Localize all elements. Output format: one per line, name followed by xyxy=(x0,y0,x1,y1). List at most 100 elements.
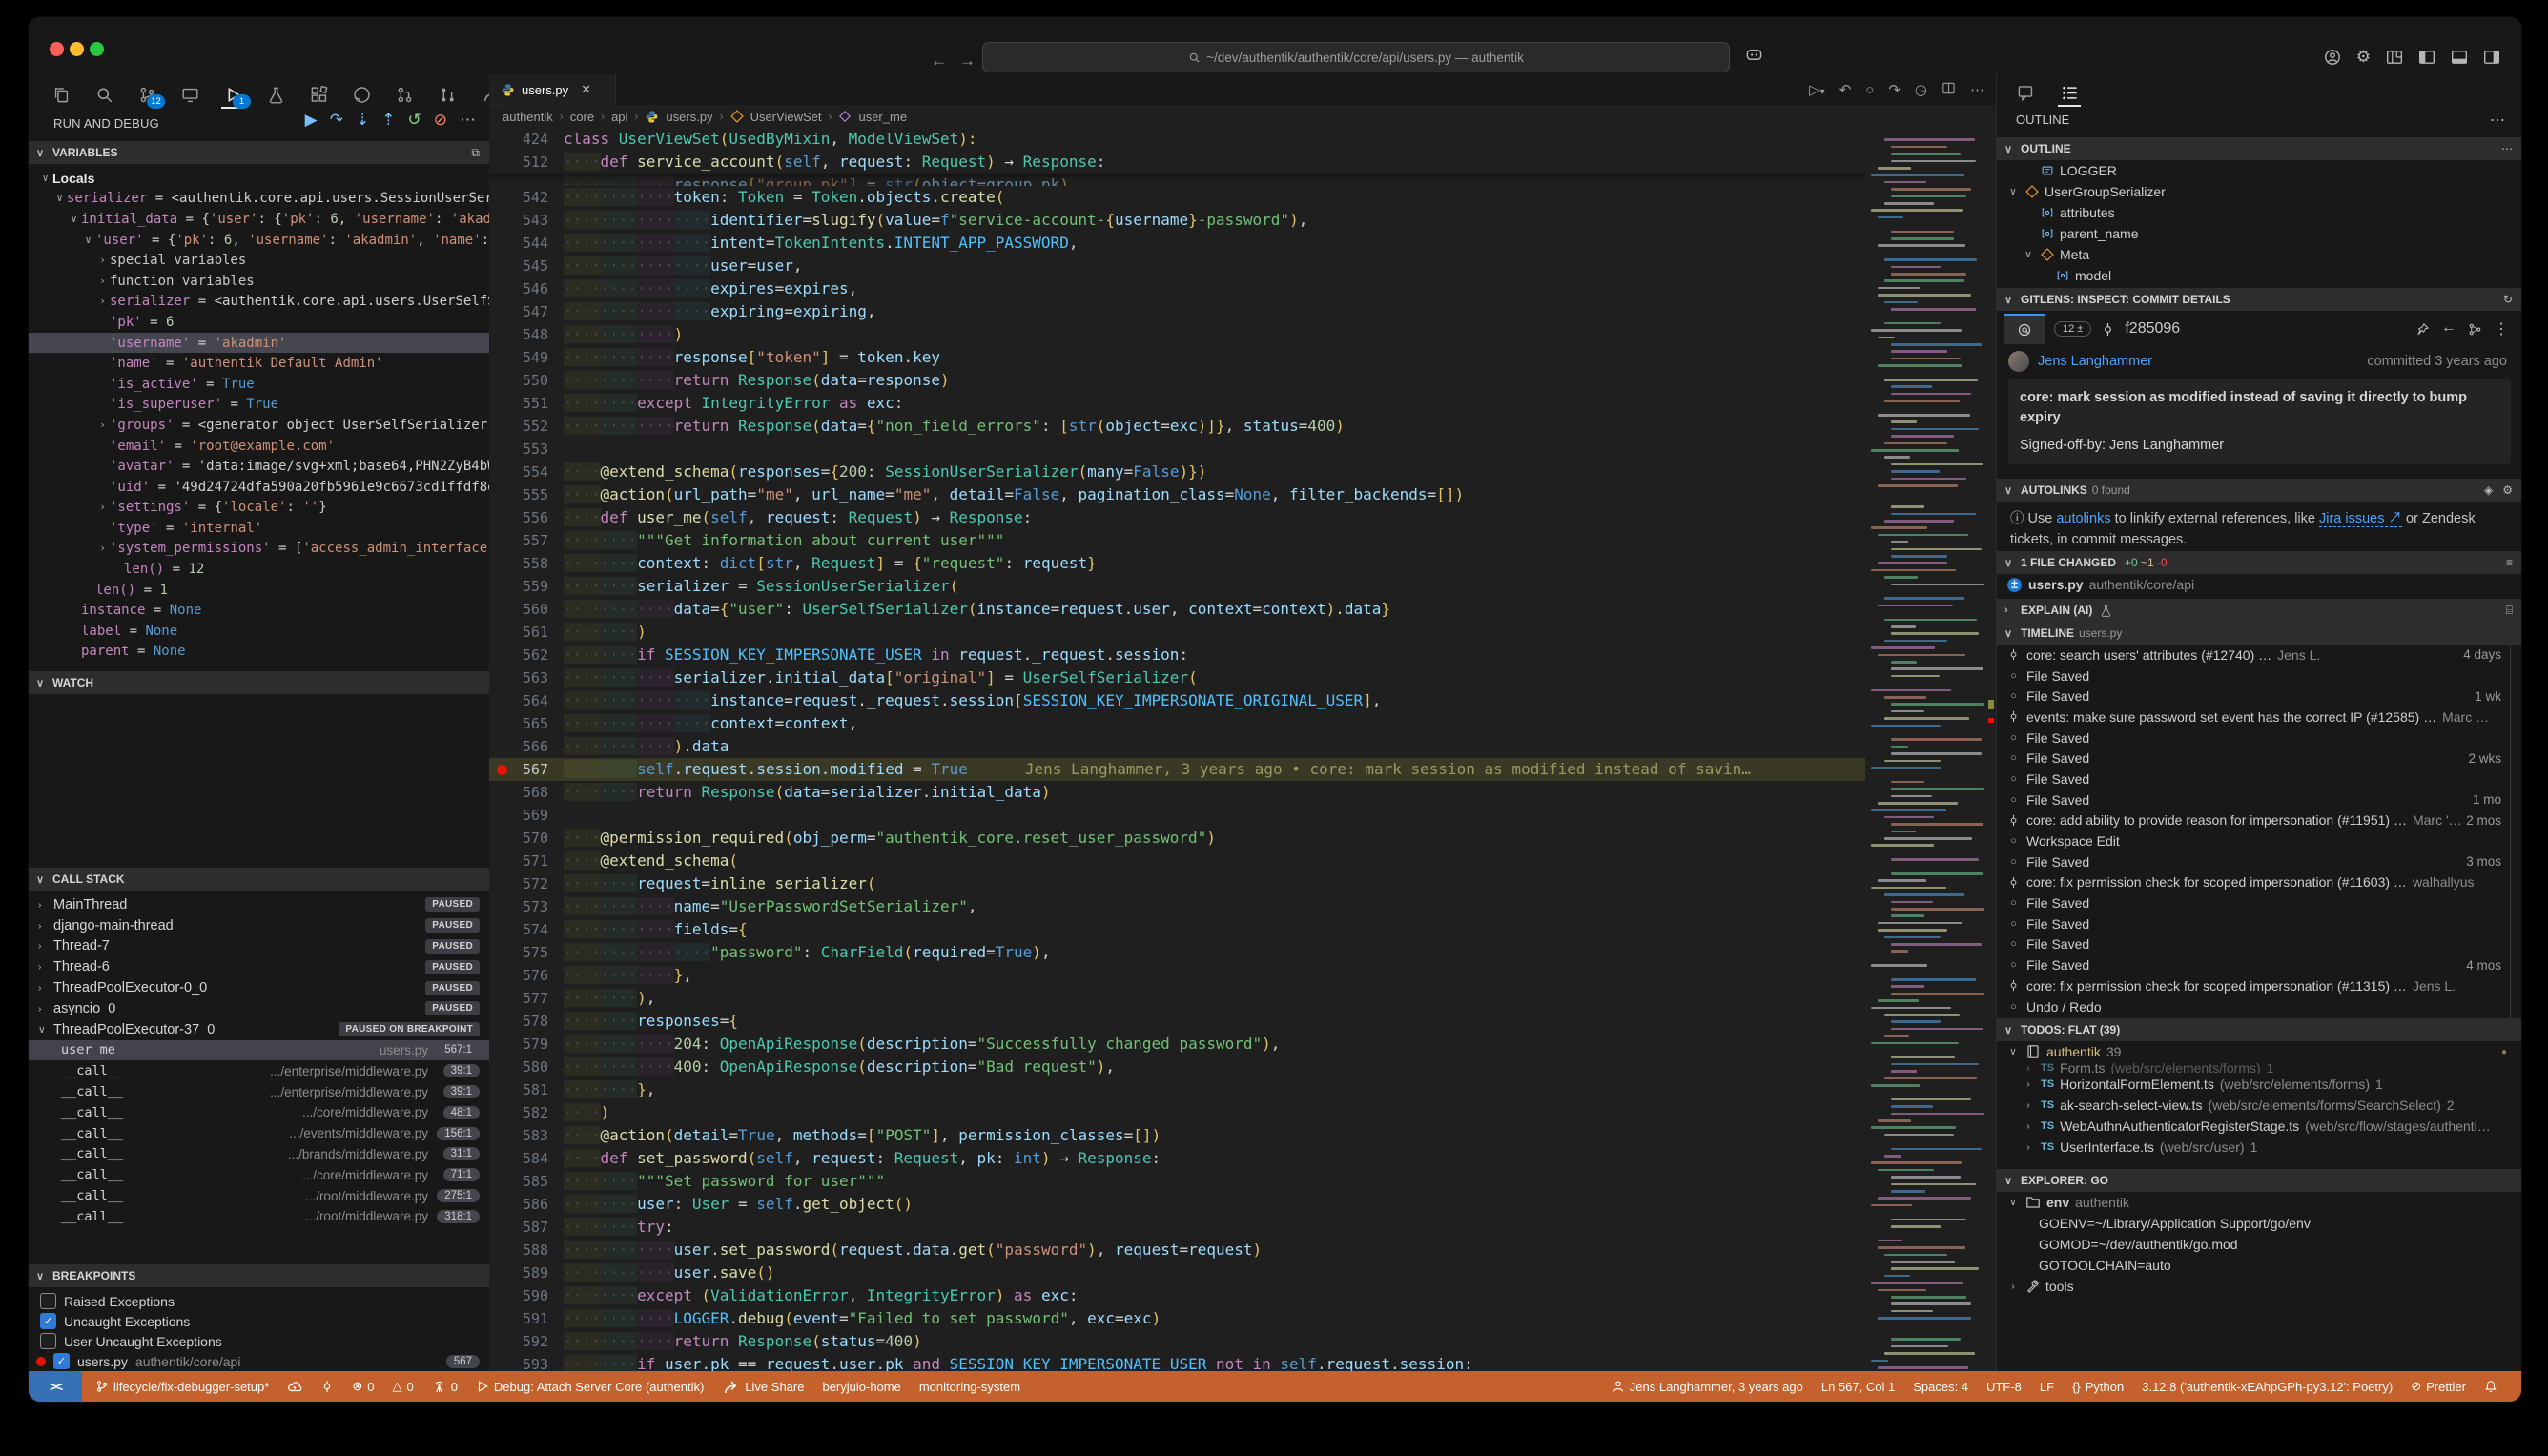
activity-run-debug-icon[interactable]: 1 xyxy=(221,82,244,109)
code-line[interactable]: 582····) xyxy=(489,1101,1865,1124)
timer-icon[interactable]: ◷ xyxy=(1915,81,1927,98)
commit-search-tab[interactable] xyxy=(2004,314,2045,344)
variable-row[interactable]: ›function variables xyxy=(29,271,489,292)
callstack-row[interactable]: __call__.../core/middleware.py71:1 xyxy=(29,1164,489,1185)
expand-icon[interactable]: ∨ xyxy=(2006,1197,2020,1208)
activity-search-icon[interactable] xyxy=(92,82,115,107)
status-bell[interactable] xyxy=(2484,1380,2497,1393)
variable-row[interactable]: 'is_superuser' = True xyxy=(29,395,489,416)
code-line[interactable]: 545················user=user, xyxy=(489,255,1865,277)
callstack-row[interactable]: ›asyncio_0PAUSED xyxy=(29,998,489,1019)
variable-row[interactable]: ›special variables xyxy=(29,250,489,271)
step-back-icon[interactable]: ↶ xyxy=(1839,81,1852,98)
callstack-row[interactable]: __call__.../root/middleware.py318:1 xyxy=(29,1206,489,1227)
code-line[interactable]: 586········user: User = self.get_object(… xyxy=(489,1193,1865,1216)
autolinks-section[interactable]: ∨AUTOLINKS0 found◈⚙ xyxy=(1997,479,2521,502)
variable-row[interactable]: 'avatar' = 'data:image/svg+xml;base64,PH… xyxy=(29,456,489,477)
autolinks-link[interactable]: autolinks xyxy=(2056,511,2110,526)
code-line[interactable]: 573············name="UserPasswordSetSeri… xyxy=(489,895,1865,918)
header-icon[interactable]: ⧉ xyxy=(471,146,480,160)
code-line[interactable]: 579············204: OpenApiResponse(desc… xyxy=(489,1033,1865,1056)
status-cloud[interactable] xyxy=(287,1379,302,1394)
gitlens-section[interactable]: ∨GITLENS: INSPECT: COMMIT DETAILS↻ xyxy=(1997,288,2521,311)
variable-row[interactable]: ›serializer = <authentik.core.api.users.… xyxy=(29,292,489,313)
expand-icon[interactable] xyxy=(95,482,110,493)
expand-icon[interactable] xyxy=(95,317,110,328)
go-tools-row[interactable]: ›tools xyxy=(1997,1276,2521,1297)
disconnect-icon[interactable]: ⊘ xyxy=(434,111,447,130)
expand-icon[interactable]: ∨ xyxy=(2006,186,2020,197)
code-line[interactable]: 585········"""Set password for user""" xyxy=(489,1170,1865,1193)
callstack-row[interactable]: ›django-main-threadPAUSED xyxy=(29,915,489,936)
status-3-12-8-authentik-xeahpgph-py3-12-poetry-[interactable]: 3.12.8 ('authentik-xEAhpGPh-py3.12': Poe… xyxy=(2142,1380,2393,1394)
expand-icon[interactable]: ∨ xyxy=(38,173,52,184)
changed-file-row[interactable]: users.pyauthentik/core/api xyxy=(1997,574,2521,595)
outline-row[interactable]: attributes xyxy=(1997,202,2521,223)
code-line[interactable]: 593········if user.pk == request.user.pk… xyxy=(489,1353,1865,1371)
code-line[interactable]: 571····@extend_schema( xyxy=(489,850,1865,872)
header-icon[interactable]: ⚙ xyxy=(2502,483,2513,497)
status-prettier[interactable]: ⊘Prettier xyxy=(2411,1379,2466,1394)
code-line[interactable]: 581········}, xyxy=(489,1078,1865,1101)
timeline-section[interactable]: ∨TIMELINEusers.py xyxy=(1997,622,2521,645)
timeline-row[interactable]: core: fix permission check for scoped im… xyxy=(1997,975,2521,996)
callstack-row[interactable]: ∨ThreadPoolExecutor-37_0PAUSED ON BREAKP… xyxy=(29,1019,489,1040)
code-line[interactable]: 577········), xyxy=(489,987,1865,1010)
tab-users-py[interactable]: users.py ✕ xyxy=(489,74,616,105)
restart-icon[interactable]: ↺ xyxy=(408,111,421,130)
kebab-icon[interactable]: ⋮ xyxy=(2494,319,2509,338)
chat-view-icon[interactable] xyxy=(2014,80,2037,105)
code-line[interactable]: 554····@extend_schema(responses={200: Se… xyxy=(489,461,1865,483)
code-line[interactable]: 576············}, xyxy=(489,964,1865,987)
timeline-row[interactable]: ○File Saved1 wk xyxy=(1997,686,2521,707)
todo-root-row[interactable]: ∨authentik39● xyxy=(1997,1041,2521,1062)
callstack-row[interactable]: __call__.../core/middleware.py48:1 xyxy=(29,1102,489,1123)
code-line[interactable]: 587········try: xyxy=(489,1216,1865,1239)
code-line[interactable]: 572········request=inline_serializer( xyxy=(489,872,1865,895)
code-line[interactable]: 578········responses={ xyxy=(489,1010,1865,1033)
expand-icon[interactable]: › xyxy=(2022,1141,2035,1153)
close-tab-icon[interactable]: ✕ xyxy=(581,82,591,97)
timeline-row[interactable]: events: make sure password set event has… xyxy=(1997,707,2521,728)
pin-icon[interactable] xyxy=(2415,319,2430,338)
expand-icon[interactable]: › xyxy=(2022,1120,2035,1132)
expand-icon[interactable]: ∨ xyxy=(2006,1046,2020,1057)
expand-icon[interactable] xyxy=(67,605,81,616)
header-icon[interactable]: ⋯ xyxy=(2501,142,2513,155)
variable-row[interactable]: 'name' = 'authentik Default Admin' xyxy=(29,353,489,374)
expand-icon[interactable]: › xyxy=(2022,1099,2035,1111)
breakpoints-list[interactable]: Raised Exceptions✓Uncaught ExceptionsUse… xyxy=(29,1291,489,1371)
code-line[interactable]: 550············return Response(data=resp… xyxy=(489,369,1865,392)
outline-row[interactable]: LOGGER xyxy=(1997,160,2521,181)
settings-gear-icon[interactable]: ⚙ xyxy=(2356,48,2371,67)
timeline-row[interactable]: core: fix permission check for scoped im… xyxy=(1997,872,2521,893)
variable-row[interactable]: ∨'user' = {'pk': 6, 'username': 'akadmin… xyxy=(29,230,489,251)
expand-icon[interactable] xyxy=(95,441,110,452)
breadcrumb-item[interactable]: user_me xyxy=(858,110,907,124)
minimize-window-button[interactable] xyxy=(70,42,84,56)
timeline-row[interactable]: ○File Saved xyxy=(1997,934,2521,955)
variable-row[interactable]: 'username' = 'akadmin' xyxy=(29,333,489,354)
code-line[interactable]: 553 xyxy=(489,438,1865,461)
code-line[interactable]: 512····def service_account(self, request… xyxy=(489,151,1865,174)
expand-icon[interactable]: › xyxy=(38,899,53,911)
layout-icon[interactable] xyxy=(2386,48,2403,67)
toggle-right-sidebar-icon[interactable] xyxy=(2483,48,2500,67)
header-icon[interactable]: ↻ xyxy=(2503,293,2513,306)
variable-row[interactable]: label = None xyxy=(29,621,489,642)
expand-icon[interactable] xyxy=(95,461,110,472)
header-actions[interactable]: ⋯ xyxy=(2501,142,2513,155)
breakpoints-section[interactable]: ∨BREAKPOINTS xyxy=(29,1264,489,1287)
more-icon[interactable]: ⋯ xyxy=(460,111,476,130)
code-line[interactable]: 567········self.request.session.modified… xyxy=(489,758,1865,781)
expand-icon[interactable] xyxy=(110,564,124,575)
variable-row[interactable]: len() = 12 xyxy=(29,559,489,580)
toggle-panel-icon[interactable] xyxy=(2451,48,2468,67)
todo-file-row[interactable]: ›TSUserInterface.ts(web/src/user)1 xyxy=(1997,1137,2521,1158)
breadcrumb[interactable]: authentik›core›api›users.py›UserViewSet›… xyxy=(503,105,1996,128)
breadcrumb-item[interactable]: users.py xyxy=(666,110,712,124)
expand-icon[interactable]: › xyxy=(2022,1078,2035,1090)
maximize-window-button[interactable] xyxy=(90,42,104,56)
timeline-row[interactable]: ○File Saved3 mos xyxy=(1997,851,2521,872)
code-line[interactable]: 588············user.set_password(request… xyxy=(489,1239,1865,1261)
